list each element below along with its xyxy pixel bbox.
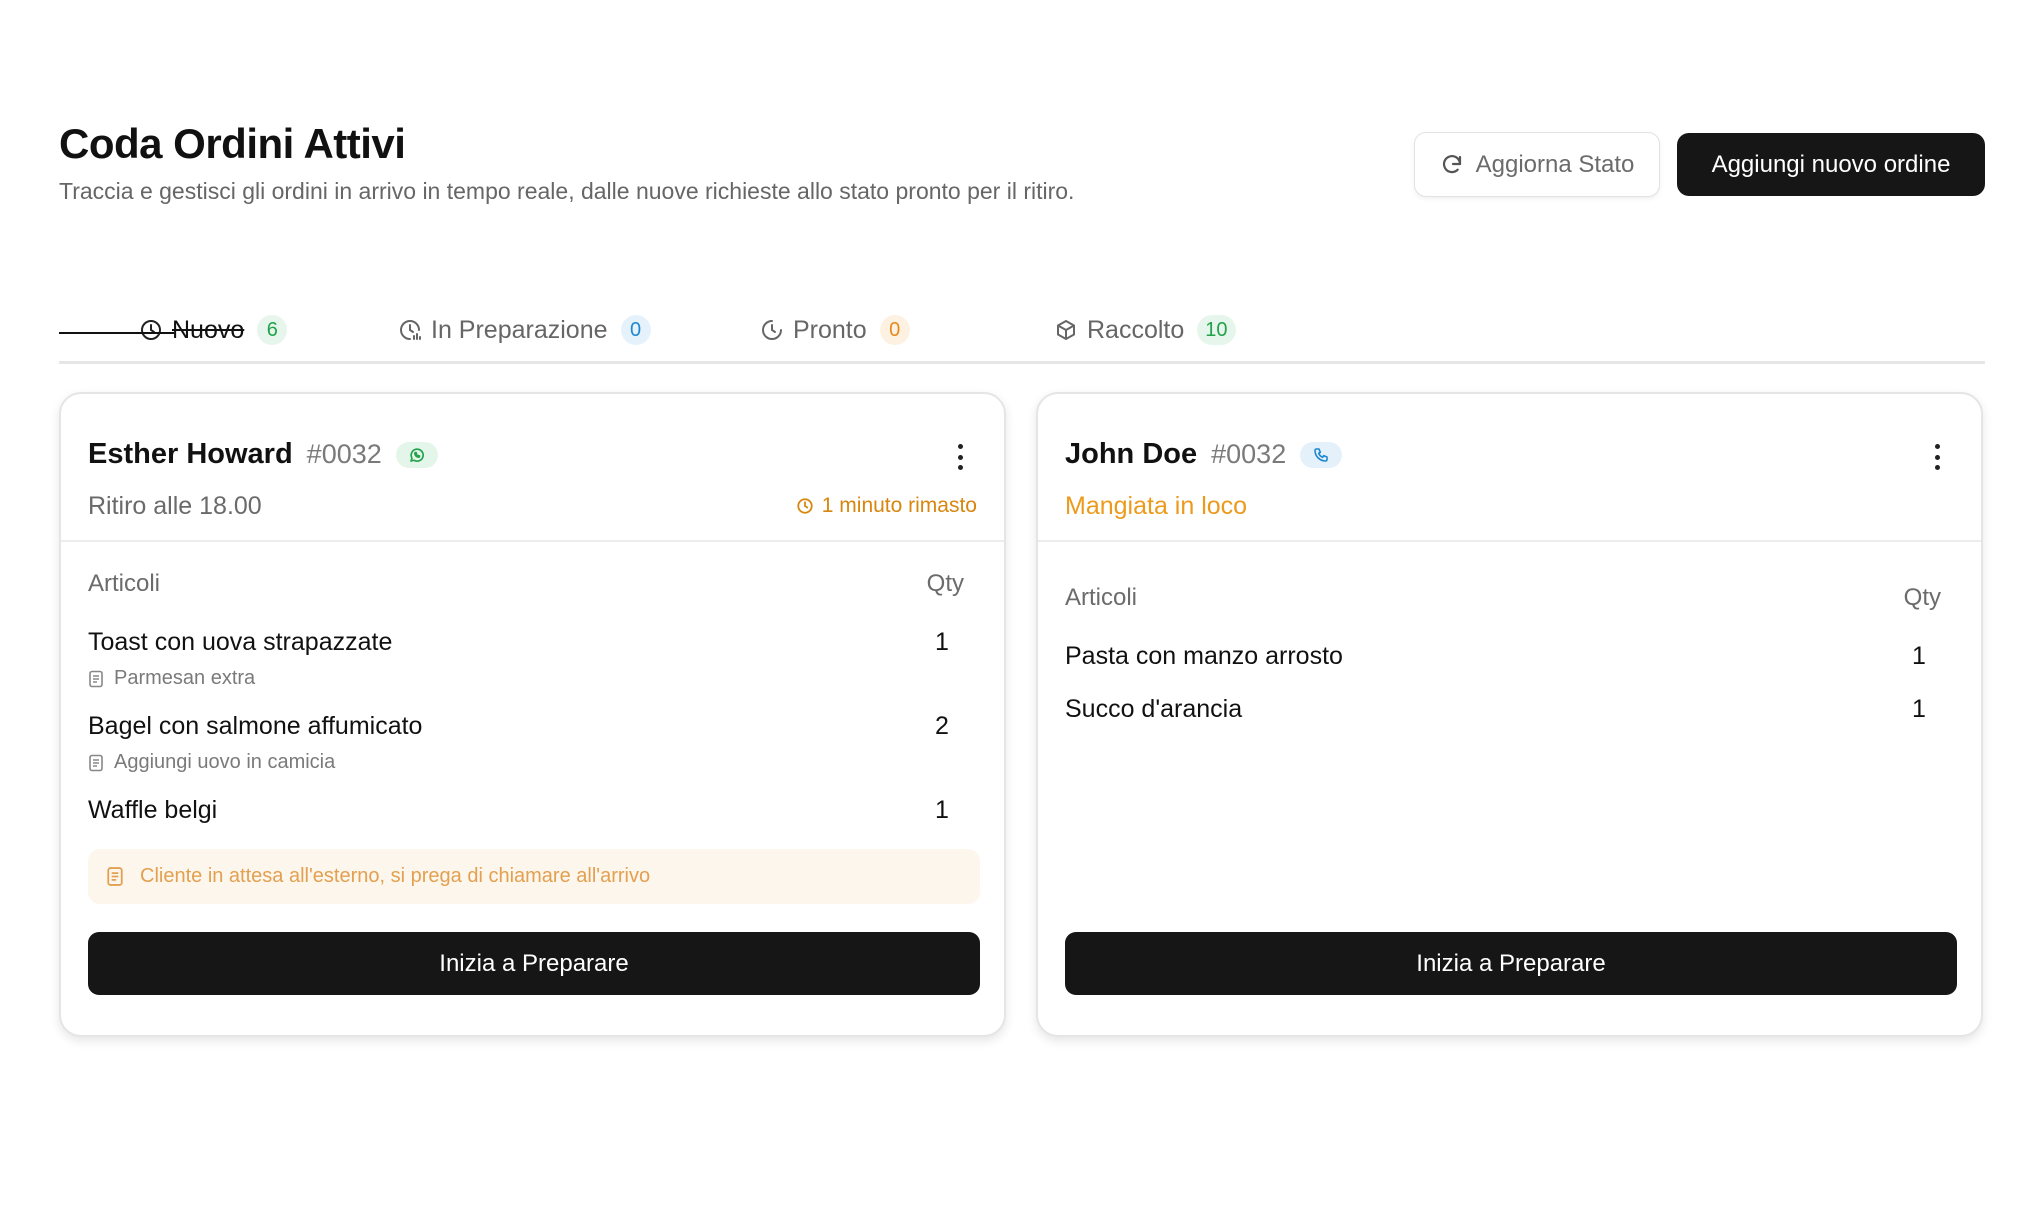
refresh-status-label: Aggiorna Stato	[1475, 150, 1635, 178]
whatsapp-icon	[409, 447, 424, 462]
time-remaining-label: 1 minuto rimasto	[821, 494, 977, 517]
customer-name: Esther Howard	[88, 438, 293, 470]
clock-icon	[141, 320, 161, 340]
qty-column-label: Qty	[1903, 584, 1941, 611]
item-note-text: Parmesan extra	[114, 667, 256, 689]
start-preparing-button[interactable]: Inizia a Preparare	[88, 932, 980, 995]
item-note-text: Aggiungi uovo in camicia	[114, 751, 336, 773]
status-tabs: Nuovo 6 In Preparazione 0 Pronto 0 Racco…	[59, 300, 1985, 364]
order-card: John Doe #0032 Mangiata in loco Articoli…	[1036, 392, 1983, 1037]
order-number: #0032	[306, 439, 382, 469]
item-qty: 1	[935, 796, 949, 824]
pickup-time: Ritiro alle 18.00	[88, 492, 262, 520]
tab-in-preparazione[interactable]: In Preparazione 0	[398, 312, 651, 348]
tab-raccolto-label: Raccolto	[1087, 315, 1185, 344]
item-name: Bagel con salmone affumicato	[88, 712, 423, 740]
item-name: Toast con uova strapazzate	[88, 628, 393, 656]
pickup-type: Mangiata in loco	[1065, 492, 1248, 520]
item-qty: 1	[935, 628, 949, 656]
item-note: Aggiungi uovo in camicia	[88, 751, 952, 774]
add-new-order-button[interactable]: Aggiungi nuovo ordine	[1677, 133, 1985, 196]
note-icon	[107, 867, 123, 886]
items-header: Articoli Qty	[88, 570, 964, 598]
note-icon	[89, 670, 103, 687]
time-remaining: 1 minuto rimasto	[796, 494, 977, 518]
refresh-status-button[interactable]: Aggiorna Stato	[1414, 132, 1660, 197]
order-title-row: John Doe #0032	[1065, 438, 1343, 471]
phone-icon	[1314, 447, 1329, 462]
tab-nuovo-count-badge: 6	[257, 315, 288, 345]
item-qty: 1	[1912, 642, 1926, 670]
tab-raccolto[interactable]: Raccolto 10	[1054, 312, 1236, 348]
package-icon	[1057, 320, 1075, 340]
order-alert-text: Cliente in attesa all'esterno, si prega …	[140, 865, 651, 887]
order-card-header: John Doe #0032 Mangiata in loco	[1038, 394, 1981, 542]
item-name: Succo d'arancia	[1065, 695, 1243, 723]
order-menu-button[interactable]	[1933, 444, 1941, 470]
list-item: Toast con uova strapazzate 1 Parmesan ex…	[88, 628, 952, 690]
items-column-label: Articoli	[1065, 584, 1138, 611]
page-subtitle: Traccia e gestisci gli ordini in arrivo …	[59, 178, 1075, 204]
item-qty: 2	[935, 712, 949, 740]
item-qty: 1	[1912, 695, 1926, 723]
qty-column-label: Qty	[926, 570, 964, 597]
items-header: Articoli Qty	[1065, 584, 1941, 612]
order-menu-button[interactable]	[956, 444, 964, 470]
tab-pronto-label: Pronto	[793, 315, 867, 344]
tab-pronto-count-badge: 0	[879, 315, 910, 345]
refresh-icon	[1442, 154, 1461, 173]
item-name: Waffle belgi	[88, 796, 218, 824]
list-item: Bagel con salmone affumicato 2 Aggiungi …	[88, 712, 952, 774]
items-column-label: Articoli	[88, 570, 161, 597]
tab-pronto[interactable]: Pronto 0	[760, 312, 910, 348]
page-header: Coda Ordini Attivi Traccia e gestisci gl…	[59, 118, 1074, 206]
customer-name: John Doe	[1065, 438, 1198, 470]
list-item: Pasta con manzo arrosto 1	[1065, 642, 1929, 671]
list-item: Waffle belgi 1	[88, 796, 952, 825]
clock-progress-icon	[400, 320, 421, 340]
tab-in-preparazione-label: In Preparazione	[431, 315, 608, 344]
item-note: Parmesan extra	[88, 667, 952, 690]
start-preparing-button[interactable]: Inizia a Preparare	[1065, 932, 1957, 995]
order-card: Esther Howard #0032 Ritiro alle 18.00 1 …	[59, 392, 1006, 1037]
tab-nuovo[interactable]: Nuovo 6	[139, 312, 288, 348]
order-card-header: Esther Howard #0032 Ritiro alle 18.00 1 …	[61, 394, 1004, 542]
order-title-row: Esther Howard #0032	[88, 438, 438, 471]
item-name: Pasta con manzo arrosto	[1065, 642, 1343, 670]
note-icon	[89, 754, 103, 771]
tab-raccolto-count-badge: 10	[1197, 315, 1236, 345]
clock-icon	[797, 498, 813, 514]
phone-channel-badge	[1300, 441, 1343, 468]
order-alert-note: Cliente in attesa all'esterno, si prega …	[88, 849, 980, 904]
tab-nuovo-label: Nuovo	[172, 315, 245, 344]
clock-check-icon	[762, 320, 782, 340]
order-number: #0032	[1211, 439, 1287, 469]
active-tab-indicator	[59, 332, 174, 334]
page-title: Coda Ordini Attivi	[59, 120, 406, 167]
whatsapp-channel-badge	[395, 441, 438, 468]
list-item: Succo d'arancia 1	[1065, 695, 1929, 724]
tab-in-preparazione-count-badge: 0	[620, 315, 651, 345]
